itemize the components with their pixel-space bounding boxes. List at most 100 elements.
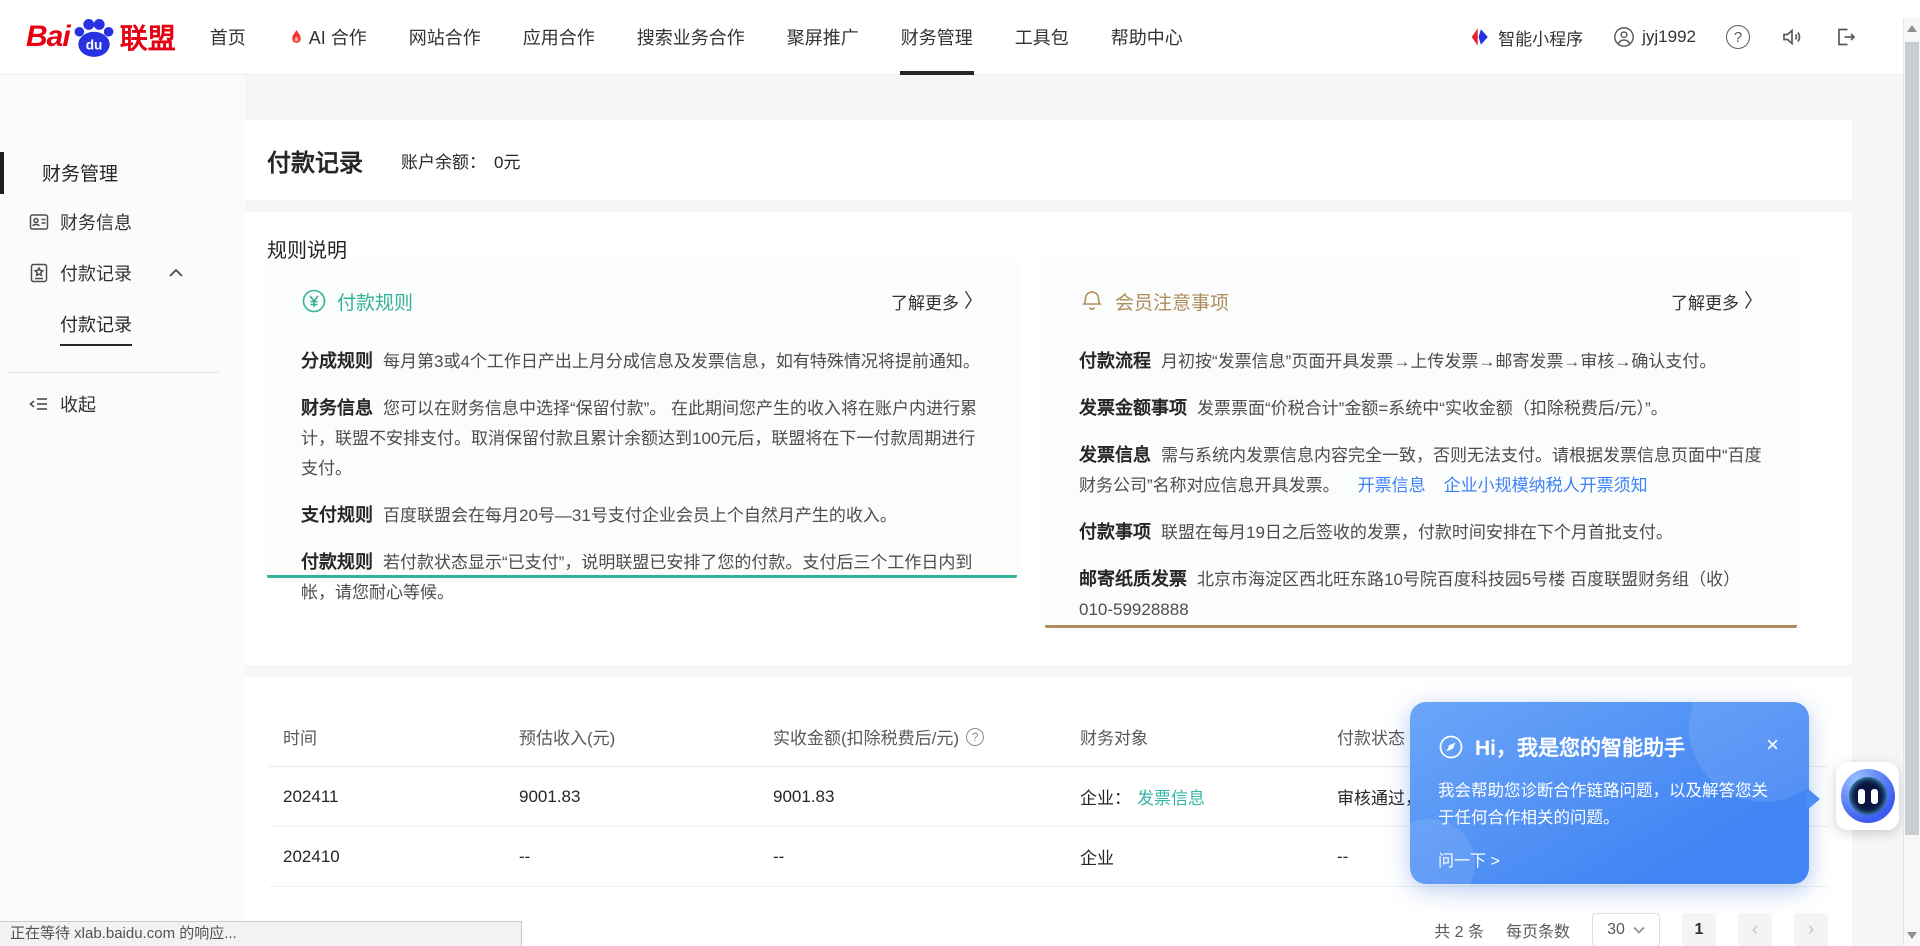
pagination-total: 共 2 条 bbox=[1434, 918, 1484, 942]
balance-value: 0元 bbox=[494, 148, 520, 173]
more-label: 了解更多 bbox=[891, 289, 959, 314]
column-header-estimated-income: 预估收入(元) bbox=[505, 724, 759, 749]
invoice-info-cell-link[interactable]: 发票信息 bbox=[1137, 784, 1205, 809]
nav-item-finance-management[interactable]: 财务管理 bbox=[901, 0, 973, 75]
rule-label: 付款事项 bbox=[1079, 522, 1151, 542]
column-header-label: 实收金额(扣除税费后/元) bbox=[773, 724, 959, 749]
scroll-down-arrow[interactable] bbox=[1907, 932, 1917, 939]
chevron-right-icon: 〉 bbox=[1744, 292, 1763, 311]
next-page-button[interactable]: › bbox=[1794, 913, 1828, 946]
cell-time: 202410 bbox=[269, 847, 505, 867]
svg-text:du: du bbox=[85, 38, 102, 53]
scrollbar[interactable] bbox=[1903, 18, 1920, 946]
app-root: Bai du 联盟 首页 AI 合作 bbox=[0, 0, 1920, 946]
scrollbar-thumb[interactable] bbox=[1905, 42, 1919, 835]
page-size-label: 每页条数 bbox=[1506, 918, 1570, 942]
assistant-robot-button[interactable] bbox=[1836, 762, 1899, 830]
chevron-up-icon[interactable] bbox=[168, 268, 184, 278]
robot-eye bbox=[1871, 789, 1878, 804]
nav-item-home[interactable]: 首页 bbox=[210, 0, 246, 75]
payment-rules-card-header: 付款规则 了解更多 〉 bbox=[301, 286, 983, 316]
sidebar-item-payment-records[interactable]: 付款记录 bbox=[0, 256, 245, 290]
nav-item-label: 工具包 bbox=[1015, 24, 1069, 50]
page-number-button[interactable]: 1 bbox=[1682, 913, 1716, 946]
popup-pointer bbox=[1807, 788, 1820, 810]
rule-text: 您可以在财务信息中选择“保留付款”。 在此期间您产生的收入将在账户内进行累计，联… bbox=[301, 399, 977, 478]
logo-text-union: 联盟 bbox=[120, 17, 176, 57]
assistant-title: Hi，我是您的智能助手 bbox=[1475, 732, 1685, 762]
sidebar-collapse-button[interactable]: 收起 bbox=[0, 387, 245, 421]
rule-item: 发票金额事项发票票面“价税合计”金额=系统中“实收金额（扣除税费后/元）”。 bbox=[1079, 393, 1763, 424]
cell-finance-entity: 企业 bbox=[1066, 844, 1323, 869]
rule-item: 支付规则百度联盟会在每月20号—31号支付企业会员上个自然月产生的收入。 bbox=[301, 500, 983, 531]
small-taxpayer-notice-link[interactable]: 企业小规模纳税人开票须知 bbox=[1444, 476, 1648, 495]
user-account[interactable]: jyj1992 bbox=[1613, 26, 1696, 48]
nav-item-label: 网站合作 bbox=[409, 24, 481, 50]
rule-item: 付款事项联盟在每月19日之后签收的发票，付款时间安排在下个月首批支付。 bbox=[1079, 517, 1763, 548]
finance-info-icon bbox=[28, 211, 50, 233]
help-icon[interactable]: ? bbox=[1726, 25, 1750, 49]
user-icon bbox=[1613, 26, 1635, 48]
rules-panel: 规则说明 付款规则 了解更多 〉 分成规则每月第3或4个工作日产出上月分成信息及… bbox=[245, 212, 1852, 665]
rule-text: 若付款状态显示“已支付”，说明联盟已安排了您的付款。支付后三个工作日内到帐，请您… bbox=[301, 553, 972, 602]
browser-status-bar: 正在等待 xlab.baidu.com 的响应... bbox=[0, 921, 522, 946]
member-notes-card-header: 会员注意事项 了解更多 〉 bbox=[1079, 286, 1763, 316]
sidebar-section-title: 财务管理 bbox=[42, 159, 118, 186]
page-size-select[interactable]: 30 bbox=[1592, 913, 1660, 946]
nav-item-label: AI 合作 bbox=[309, 24, 367, 50]
nav-right-cluster: 智能小程序 jyj1992 ? bbox=[1469, 25, 1858, 50]
previous-page-button[interactable]: ‹ bbox=[1738, 913, 1772, 946]
page-title: 付款记录 bbox=[267, 143, 363, 178]
rules-section-title: 规则说明 bbox=[267, 234, 347, 263]
mini-program-icon bbox=[1469, 26, 1491, 48]
nav-item-help-center[interactable]: 帮助中心 bbox=[1111, 0, 1183, 75]
nav-item-app-cooperation[interactable]: 应用合作 bbox=[523, 0, 595, 75]
assistant-header: Hi，我是您的智能助手 × bbox=[1438, 732, 1781, 762]
rule-label: 付款规则 bbox=[301, 552, 373, 572]
entity-label: 企业： bbox=[1080, 784, 1131, 809]
rule-item: 付款规则若付款状态显示“已支付”，说明联盟已安排了您的付款。支付后三个工作日内到… bbox=[301, 547, 983, 608]
nav-item-toolkit[interactable]: 工具包 bbox=[1015, 0, 1069, 75]
column-header-time: 时间 bbox=[269, 724, 505, 749]
nav-item-label: 帮助中心 bbox=[1111, 24, 1183, 50]
username-label: jyj1992 bbox=[1642, 27, 1696, 47]
logo-text-bai: Bai bbox=[26, 20, 70, 54]
help-tooltip-icon[interactable]: ? bbox=[966, 728, 984, 746]
rule-text: 百度联盟会在每月20号—31号支付企业会员上个自然月产生的收入。 bbox=[383, 506, 897, 525]
baidu-paw-icon: du bbox=[71, 16, 117, 58]
mini-program-link[interactable]: 智能小程序 bbox=[1469, 25, 1583, 50]
cell-estimated-income: 9001.83 bbox=[505, 787, 759, 807]
chevron-right-icon: 〉 bbox=[964, 292, 983, 311]
sidebar-subitem-payment-records[interactable]: 付款记录 bbox=[60, 311, 132, 346]
nav-item-screen-promotion[interactable]: 聚屏推广 bbox=[787, 0, 859, 75]
member-notes-more-link[interactable]: 了解更多 〉 bbox=[1671, 289, 1763, 314]
payment-record-icon bbox=[28, 262, 50, 284]
top-nav: Bai du 联盟 首页 AI 合作 bbox=[0, 0, 1920, 75]
sound-icon[interactable] bbox=[1780, 25, 1804, 49]
rule-text: 联盟在每月19日之后签收的发票，付款时间安排在下个月首批支付。 bbox=[1161, 523, 1673, 542]
sidebar-item-finance-info[interactable]: 财务信息 bbox=[0, 205, 245, 239]
baidu-union-logo[interactable]: Bai du 联盟 bbox=[26, 16, 176, 58]
column-header-received-amount: 实收金额(扣除税费后/元) ? bbox=[759, 724, 1066, 749]
nav-item-label: 首页 bbox=[210, 24, 246, 50]
nav-item-search-cooperation[interactable]: 搜索业务合作 bbox=[637, 0, 745, 75]
logout-icon[interactable] bbox=[1834, 25, 1858, 49]
rule-text: 发票票面“价税合计”金额=系统中“实收金额（扣除税费后/元）”。 bbox=[1197, 399, 1668, 418]
sidebar-divider bbox=[8, 372, 220, 373]
main-nav: 首页 AI 合作 网站合作 应用合作 搜索业务合作 聚屏推广 财务管理 bbox=[210, 0, 1183, 75]
rule-label: 发票信息 bbox=[1079, 445, 1151, 465]
rule-item: 分成规则每月第3或4个工作日产出上月分成信息及发票信息，如有特殊情况将提前通知。 bbox=[301, 346, 983, 377]
nav-item-website-cooperation[interactable]: 网站合作 bbox=[409, 0, 481, 75]
assistant-ask-link[interactable]: 问一下 > bbox=[1438, 847, 1781, 871]
collapse-label: 收起 bbox=[60, 391, 96, 417]
close-icon[interactable]: × bbox=[1766, 734, 1779, 756]
rule-item: 邮寄纸质发票北京市海淀区西北旺东路10号院百度科技园5号楼 百度联盟财务组（收）… bbox=[1079, 564, 1763, 625]
scroll-up-arrow[interactable] bbox=[1907, 25, 1917, 32]
payment-rules-more-link[interactable]: 了解更多 〉 bbox=[891, 289, 983, 314]
invoice-info-link[interactable]: 开票信息 bbox=[1358, 476, 1426, 495]
rule-item: 发票信息需与系统内发票信息内容完全一致，否则无法支付。请根据发票信息页面中“百度… bbox=[1079, 440, 1763, 501]
cell-time: 202411 bbox=[269, 787, 505, 807]
nav-item-ai-cooperation[interactable]: AI 合作 bbox=[288, 0, 367, 75]
robot-icon bbox=[1841, 769, 1895, 823]
robot-eye bbox=[1858, 789, 1865, 804]
